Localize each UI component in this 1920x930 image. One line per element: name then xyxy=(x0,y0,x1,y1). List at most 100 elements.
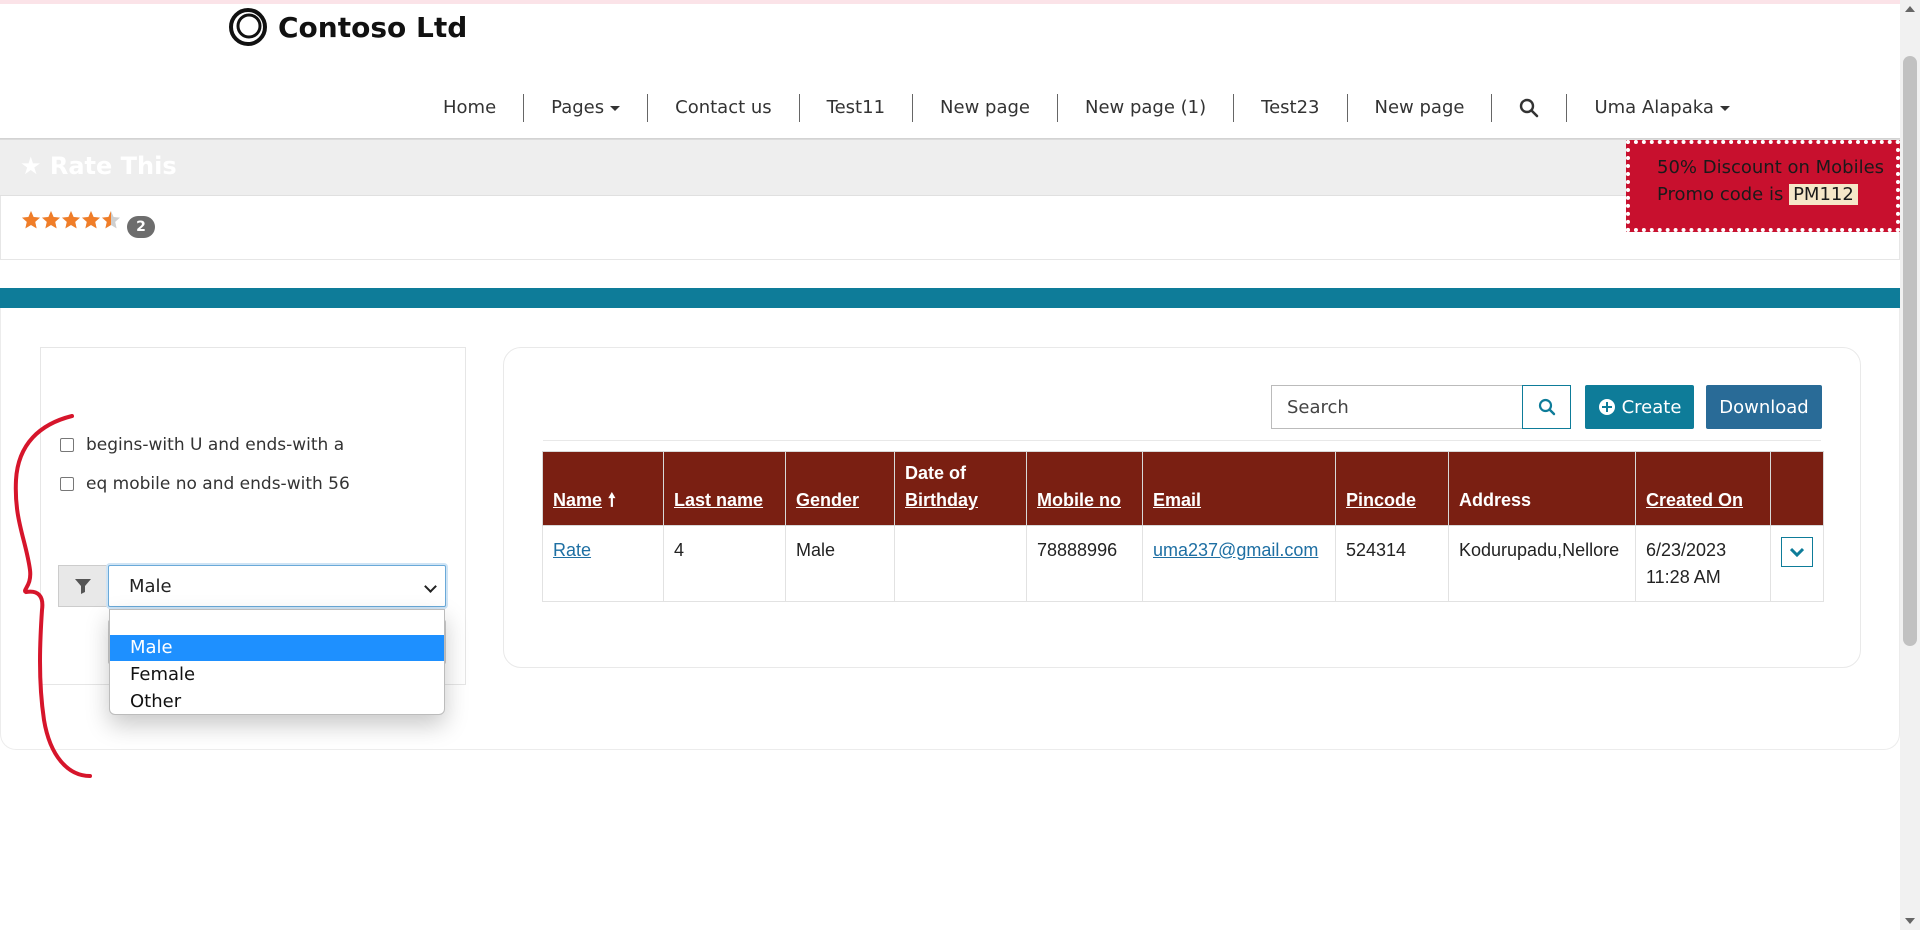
search-button[interactable] xyxy=(1522,385,1571,429)
scrollbar-thumb[interactable] xyxy=(1903,56,1917,646)
nav-item-pages[interactable]: Pages xyxy=(524,94,649,122)
toolbar-divider xyxy=(543,440,1821,441)
column-header-created-on[interactable]: Created On xyxy=(1635,451,1771,526)
search-icon xyxy=(1520,98,1539,118)
caret-down-icon xyxy=(1719,105,1730,111)
nav-item-new-page[interactable]: New page xyxy=(913,94,1058,122)
scroll-up-icon[interactable] xyxy=(1905,6,1915,12)
star-icon[interactable] xyxy=(61,210,81,230)
record-link[interactable]: Rate xyxy=(553,540,591,560)
column-header-last-name[interactable]: Last name xyxy=(663,451,786,526)
row-actions-button[interactable] xyxy=(1781,537,1813,567)
column-header-address: Address xyxy=(1448,451,1636,526)
column-header-label: Address xyxy=(1459,490,1532,510)
column-header-mobile[interactable]: Mobile no xyxy=(1026,451,1143,526)
cell-actions xyxy=(1770,525,1824,602)
caret-down-icon xyxy=(610,105,621,111)
page-scrollbar[interactable] xyxy=(1900,0,1920,930)
cell-created-on: 6/23/2023 11:28 AM xyxy=(1635,525,1771,602)
star-icon[interactable] xyxy=(81,210,101,230)
cell-address: Kodurupadu,Nellore xyxy=(1448,525,1636,602)
cell-gender: Male xyxy=(785,525,895,602)
nav-label: Test11 xyxy=(826,97,886,118)
created-date: 6/23/2023 xyxy=(1646,540,1727,560)
column-header-dob[interactable]: Date of Birthday xyxy=(894,451,1027,526)
star-icon[interactable] xyxy=(41,210,61,230)
nav-label: Test23 xyxy=(1261,97,1320,118)
column-header-name[interactable]: Name 🠕 xyxy=(542,451,664,526)
column-header-pincode[interactable]: Pincode xyxy=(1335,451,1449,526)
chevron-down-icon xyxy=(424,580,437,593)
column-header-actions xyxy=(1770,451,1824,526)
create-label: Create xyxy=(1621,396,1682,418)
download-button[interactable]: Download xyxy=(1706,385,1822,429)
star-icon[interactable] xyxy=(101,210,121,230)
nav-item-test23[interactable]: Test23 xyxy=(1234,94,1348,122)
promo-line-2: Promo code is PM112 xyxy=(1657,181,1896,208)
plus-circle-icon xyxy=(1598,399,1615,415)
column-header-label: Gender xyxy=(796,490,860,510)
column-header-label: Email xyxy=(1153,490,1202,510)
brand-name: Contoso Ltd xyxy=(278,10,468,44)
main-nav: Home Pages Contact us Test11 New page Ne… xyxy=(416,90,1757,126)
column-header-gender[interactable]: Gender xyxy=(785,451,895,526)
scroll-down-icon[interactable] xyxy=(1905,918,1915,924)
nav-label: New page xyxy=(1374,97,1465,118)
column-header-label: Mobile no xyxy=(1037,490,1121,510)
email-link[interactable]: uma237@gmail.com xyxy=(1153,540,1318,560)
chevron-down-icon xyxy=(1790,547,1804,557)
column-header-label: Date of xyxy=(905,463,967,483)
nav-label: New page xyxy=(940,97,1030,118)
nav-item-new-page-2[interactable]: New page xyxy=(1348,94,1493,122)
filter-option-label: begins-with U and ends-with a xyxy=(86,435,345,455)
table-row: Rate 4 Male 78888996 uma237@gmail.com 52… xyxy=(542,525,1824,602)
dropdown-option-male[interactable]: Male xyxy=(110,635,444,661)
section-divider-bar xyxy=(0,288,1900,308)
promo-banner: 50% Discount on Mobiles Promo code is PM… xyxy=(1626,140,1900,232)
column-header-label: Created On xyxy=(1646,490,1744,510)
brand[interactable]: Contoso Ltd xyxy=(228,7,467,47)
nav-item-new-page-1[interactable]: New page (1) xyxy=(1058,94,1235,122)
cell-name: Rate xyxy=(542,525,664,602)
promo-label: Promo code is xyxy=(1657,184,1784,205)
logo-icon xyxy=(229,8,267,46)
cell-pincode: 524314 xyxy=(1335,525,1449,602)
column-header-label: Birthday xyxy=(905,490,979,510)
nav-label: Pages xyxy=(551,97,605,118)
nav-item-home[interactable]: Home xyxy=(416,94,525,122)
rate-title-text: Rate This xyxy=(49,152,177,180)
nav-item-contact-us[interactable]: Contact us xyxy=(648,94,800,122)
promo-code: PM112 xyxy=(1789,184,1858,205)
grid-header-row: Name 🠕 Last name Gender Date of Birthday M… xyxy=(542,451,1824,526)
top-border xyxy=(0,0,1900,4)
cell-dob xyxy=(894,525,1027,602)
rate-panel-body: 2 xyxy=(0,196,1900,260)
rating-count-badge: 2 xyxy=(127,216,155,238)
create-button[interactable]: Create xyxy=(1585,385,1694,429)
filter-option-label: eq mobile no and ends-with 56 xyxy=(86,474,350,494)
search-input[interactable]: Search xyxy=(1271,385,1523,429)
rate-panel-title: ★ Rate This xyxy=(20,152,177,180)
gender-dropdown-list: Male Female Other xyxy=(109,609,445,715)
column-header-label: Last name xyxy=(674,490,764,510)
dropdown-option-female[interactable]: Female xyxy=(110,662,444,688)
nav-user-menu[interactable]: Uma Alapaka xyxy=(1567,94,1756,122)
user-name: Uma Alapaka xyxy=(1594,97,1714,118)
gender-filter-select[interactable]: Male xyxy=(108,565,446,607)
star-icon[interactable] xyxy=(21,210,41,230)
dropdown-option-other[interactable]: Other xyxy=(110,689,444,715)
rate-panel-header: ★ Rate This xyxy=(0,140,1900,196)
nav-search[interactable] xyxy=(1492,94,1568,122)
star-icon: ★ xyxy=(20,152,42,180)
records-grid: Name 🠕 Last name Gender Date of Birthday M… xyxy=(542,451,1824,602)
search-icon xyxy=(1538,398,1555,416)
cell-email: uma237@gmail.com xyxy=(1142,525,1336,602)
cell-last-name: 4 xyxy=(663,525,786,602)
sort-ascending-icon: 🠕 xyxy=(608,490,616,510)
nav-item-test11[interactable]: Test11 xyxy=(800,94,914,122)
column-header-label: Pincode xyxy=(1346,490,1417,510)
column-header-email[interactable]: Email xyxy=(1142,451,1336,526)
star-rating[interactable] xyxy=(21,210,121,230)
promo-line-1: 50% Discount on Mobiles xyxy=(1657,157,1885,178)
column-header-label: Name xyxy=(553,490,603,510)
